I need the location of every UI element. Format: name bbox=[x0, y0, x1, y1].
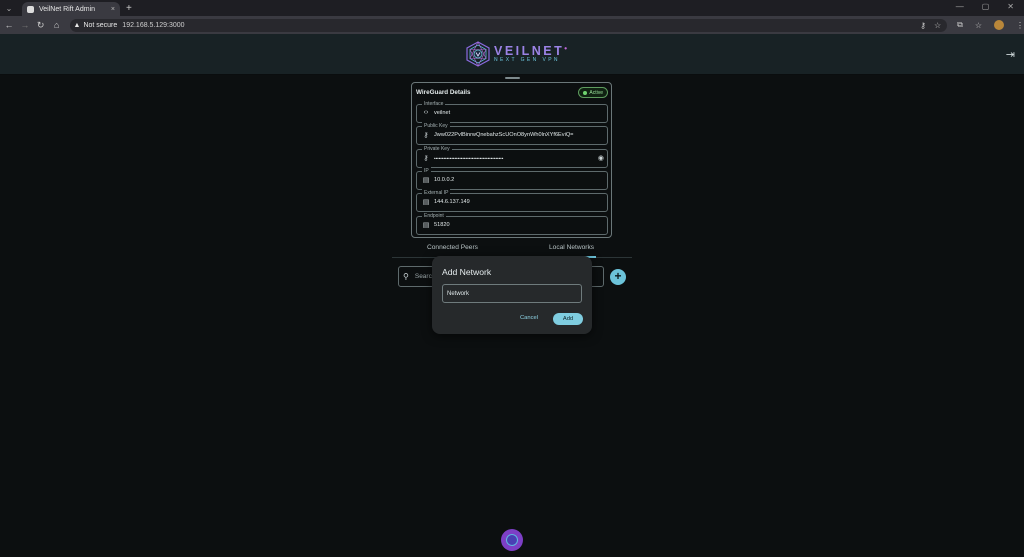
eye-icon[interactable]: ◉ bbox=[598, 154, 604, 162]
close-window-button[interactable]: ✕ bbox=[1007, 2, 1014, 11]
network-input-placeholder: Network bbox=[447, 290, 470, 297]
status-badge: Active bbox=[578, 87, 608, 98]
field-label: Interface bbox=[422, 100, 446, 108]
extensions-icon[interactable]: ⧉ bbox=[957, 20, 963, 30]
warning-icon: ▲ bbox=[73, 21, 81, 29]
field-value: veilnet bbox=[434, 110, 451, 116]
assistant-fab[interactable] bbox=[501, 529, 523, 551]
field-value: 10.0.0.2 bbox=[434, 177, 455, 183]
field-label: Private Key bbox=[422, 145, 452, 153]
favorites-icon[interactable]: ☆ bbox=[975, 21, 982, 30]
field-label: Endpoint bbox=[422, 212, 446, 220]
menu-icon[interactable]: ⋮ bbox=[1016, 21, 1024, 30]
interface-field[interactable]: Interface ‹› veilnet bbox=[416, 100, 608, 123]
field-label: IP bbox=[422, 167, 431, 175]
assistant-icon bbox=[506, 534, 518, 546]
external-ip-field[interactable]: External IP ▤ 144.6.137.149 bbox=[416, 189, 608, 212]
key-icon: ⚷ bbox=[423, 155, 429, 162]
profile-avatar[interactable] bbox=[994, 20, 1005, 30]
ip-field[interactable]: IP ▤ 10.0.0.2 bbox=[416, 167, 608, 190]
security-indicator[interactable]: ▲ Not secure bbox=[74, 22, 118, 29]
field-value: 51820 bbox=[434, 222, 450, 228]
bookmark-star-icon[interactable]: ☆ bbox=[934, 21, 941, 30]
key-icon: ⚷ bbox=[423, 132, 429, 139]
cancel-button[interactable]: Cancel bbox=[520, 315, 538, 321]
field-value: ••••••••••••••••••••••••••••••••••••••••… bbox=[434, 156, 504, 161]
logout-icon[interactable]: ⇥ bbox=[1006, 48, 1015, 61]
search-icon: ⚲ bbox=[403, 272, 409, 281]
card-title: WireGuard Details bbox=[416, 89, 471, 96]
maximize-button[interactable]: ▢ bbox=[982, 2, 990, 11]
status-dot-icon bbox=[583, 90, 588, 95]
field-value: 144.6.137.149 bbox=[434, 199, 470, 205]
tab-connected-peers[interactable]: Connected Peers bbox=[427, 244, 478, 251]
forward-icon[interactable]: → bbox=[18, 20, 32, 30]
add-button[interactable]: Add bbox=[553, 313, 583, 325]
dialog-title: Add Network bbox=[442, 267, 492, 277]
browser-toolbar: ← → ↻ ⌂ ▲ Not secure 192.168.5.129:3000 … bbox=[0, 16, 1024, 34]
network-input[interactable]: Network bbox=[442, 284, 582, 303]
veilnet-logo-icon bbox=[466, 41, 490, 67]
browser-tab[interactable]: VeilNet Rift Admin × bbox=[22, 2, 120, 16]
reload-icon[interactable]: ↻ bbox=[34, 20, 48, 31]
code-icon: ‹› bbox=[423, 109, 429, 116]
app-header: VEILNET• NEXT GEN VPN ⇥ bbox=[0, 34, 1024, 75]
window-controls: — ▢ ✕ bbox=[956, 2, 1014, 11]
field-value: Jww022PvlBinrwQnebahzScUOnO8ynWh0lnXYf6E… bbox=[434, 132, 574, 138]
add-network-button[interactable]: + bbox=[610, 269, 626, 285]
endpoint-field[interactable]: Endpoint ▤ 51820 bbox=[416, 212, 608, 235]
drag-handle[interactable] bbox=[505, 77, 520, 79]
field-label: External IP bbox=[422, 189, 451, 197]
server-icon: ▤ bbox=[422, 199, 430, 206]
logo-title: VEILNET bbox=[494, 43, 565, 58]
logo-dot: • bbox=[564, 43, 570, 53]
private-key-field[interactable]: Private Key ⚷ ••••••••••••••••••••••••••… bbox=[416, 145, 608, 168]
tab-search-icon[interactable]: ⌄ bbox=[2, 1, 16, 15]
tab-local-networks[interactable]: Local Networks bbox=[549, 244, 594, 251]
public-key-field[interactable]: Public Key ⚷ Jww022PvlBinrwQnebahzScUOnO… bbox=[416, 122, 608, 145]
url-text: 192.168.5.129:3000 bbox=[122, 21, 185, 29]
new-tab-button[interactable]: + bbox=[126, 3, 132, 14]
home-icon[interactable]: ⌂ bbox=[50, 20, 64, 30]
minimize-button[interactable]: — bbox=[956, 2, 964, 11]
tab-close-icon[interactable]: × bbox=[111, 6, 115, 13]
browser-tab-bar: ⌄ VeilNet Rift Admin × + — ▢ ✕ bbox=[0, 0, 1024, 16]
server-icon: ▤ bbox=[422, 177, 430, 184]
logo: VEILNET• NEXT GEN VPN bbox=[465, 41, 570, 67]
server-icon: ▤ bbox=[422, 222, 430, 229]
security-label: Not secure bbox=[83, 21, 118, 29]
wireguard-details-card: WireGuard Details Active Interface ‹› ve… bbox=[411, 82, 612, 238]
favicon-icon bbox=[27, 5, 34, 13]
logo-subtitle: NEXT GEN VPN bbox=[494, 57, 560, 64]
tab-title: VeilNet Rift Admin bbox=[39, 5, 96, 13]
status-text: Active bbox=[589, 89, 603, 96]
back-icon[interactable]: ← bbox=[2, 20, 16, 30]
password-key-icon[interactable]: ⚷ bbox=[920, 21, 926, 30]
address-bar[interactable]: ▲ Not secure 192.168.5.129:3000 ⚷ ☆ bbox=[69, 18, 948, 32]
field-label: Public Key bbox=[422, 122, 450, 130]
